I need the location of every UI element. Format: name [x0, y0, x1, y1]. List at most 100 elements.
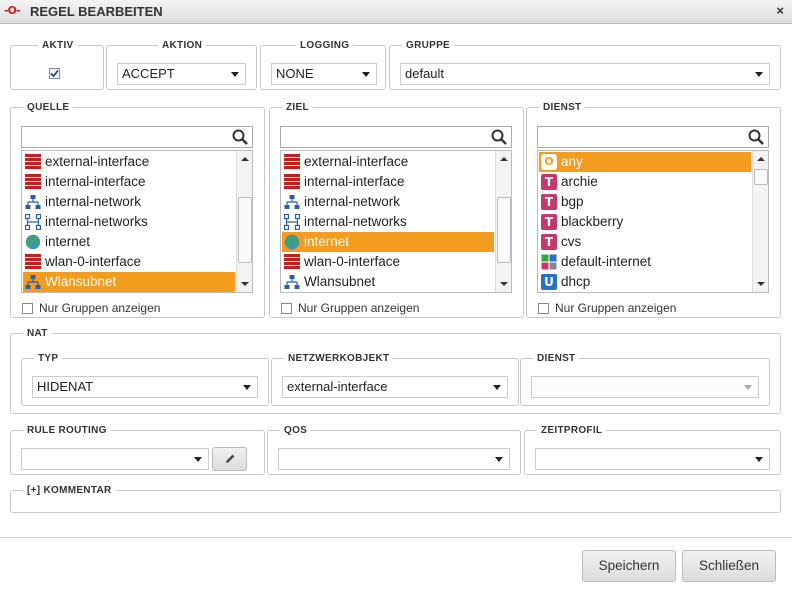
logging-value: NONE	[276, 66, 314, 81]
globe-icon	[284, 234, 300, 250]
any-service-icon: O	[541, 154, 557, 170]
list-item[interactable]: Udhcp	[539, 272, 751, 292]
list-item-label: internal-networks	[45, 214, 148, 229]
list-item[interactable]: Wlansubnet	[282, 272, 494, 292]
networks-icon	[283, 213, 301, 231]
ziel-groups-only-checkbox[interactable]	[281, 303, 292, 314]
aktion-select[interactable]: ACCEPT	[117, 63, 246, 85]
gruppe-value: default	[405, 66, 445, 81]
gruppe-select[interactable]: default	[400, 63, 770, 85]
zeitprofil-select[interactable]	[535, 448, 770, 470]
list-item-label: internal-interface	[304, 174, 405, 189]
nat-typ-value: HIDENAT	[37, 379, 94, 394]
logging-select[interactable]: NONE	[271, 63, 377, 85]
scroll-down-icon[interactable]	[500, 282, 508, 286]
search-icon[interactable]	[232, 129, 248, 145]
save-button[interactable]: Speichern	[582, 550, 676, 582]
edit-routing-button[interactable]	[212, 447, 247, 471]
quelle-groups-only-checkbox[interactable]	[22, 303, 33, 314]
list-item[interactable]: internal-interface	[23, 172, 235, 192]
nat-dienst-select[interactable]	[531, 376, 759, 398]
list-item[interactable]: Tcvs	[539, 232, 751, 252]
list-item[interactable]: Wlansubnet	[23, 272, 235, 292]
chevron-down-icon	[495, 457, 503, 462]
aktiv-group: AKTIV	[10, 40, 104, 90]
tcp-icon: T	[541, 214, 557, 230]
nat-typ-legend: TYP	[38, 353, 59, 364]
scroll-thumb[interactable]	[754, 169, 768, 185]
list-item[interactable]: internet	[23, 232, 235, 252]
list-item[interactable]: internal-network	[282, 192, 494, 212]
kommentar-group[interactable]: [+] KOMMENTAR	[10, 485, 781, 513]
ziel-group: ZIEL Wlansubnet wlan-0-interface internet i…	[269, 102, 524, 318]
scroll-down-icon[interactable]	[241, 282, 249, 286]
scroll-down-icon[interactable]	[757, 282, 765, 286]
networks-icon	[24, 213, 42, 231]
dienst-group: DIENST Udhcp default-internet Tcvs Tblackbe…	[526, 102, 781, 318]
scroll-thumb[interactable]	[238, 197, 252, 263]
search-icon[interactable]	[491, 129, 507, 145]
nat-netzwerkobjekt-select[interactable]: external-interface	[282, 376, 508, 398]
list-item-label: internal-network	[304, 194, 401, 209]
dienst-list[interactable]: Udhcp default-internet Tcvs Tblackberry Tbgp…	[537, 150, 769, 293]
qos-select[interactable]	[278, 448, 510, 470]
scrollbar[interactable]	[752, 151, 768, 292]
list-item[interactable]: internal-networks	[23, 212, 235, 232]
checkmark-icon	[50, 69, 59, 78]
quelle-search-input[interactable]	[21, 126, 253, 148]
list-item-label: wlan-0-interface	[45, 254, 142, 269]
scroll-up-icon[interactable]	[241, 157, 249, 161]
quelle-list[interactable]: Wlansubnet wlan-0-interface internet intern…	[21, 150, 253, 293]
list-item[interactable]: wlan-0-interface	[282, 252, 494, 272]
scroll-thumb[interactable]	[497, 197, 511, 263]
chevron-down-icon	[755, 72, 763, 77]
list-item[interactable]: external-interface	[23, 152, 235, 172]
list-item[interactable]: default-internet	[539, 252, 751, 272]
search-icon[interactable]	[748, 129, 764, 145]
list-item[interactable]: Tarchie	[539, 172, 751, 192]
aktiv-checkbox[interactable]	[49, 68, 60, 79]
list-item[interactable]: wlan-0-interface	[23, 252, 235, 272]
aktion-legend: AKTION	[162, 40, 203, 51]
close-icon[interactable]: ×	[776, 3, 784, 18]
scrollbar[interactable]	[495, 151, 511, 292]
list-item[interactable]: internal-interface	[282, 172, 494, 192]
list-item-label: internal-interface	[45, 174, 146, 189]
aktiv-legend: AKTIV	[42, 40, 74, 51]
firewall-icon	[25, 254, 41, 270]
list-item[interactable]: external-interface	[282, 152, 494, 172]
scrollbar[interactable]	[236, 151, 252, 292]
nat-dienst-group: DIENST	[520, 353, 770, 406]
firewall-icon	[284, 174, 300, 190]
nat-legend: NAT	[27, 328, 48, 339]
list-item[interactable]: Tblackberry	[539, 212, 751, 232]
list-item[interactable]: internal-networks	[282, 212, 494, 232]
rule-routing-select[interactable]	[21, 448, 209, 470]
list-item-label: archie	[561, 174, 598, 189]
qos-group: QOS	[267, 425, 521, 475]
close-button[interactable]: Schließen	[682, 550, 776, 582]
dienst-groups-only-checkbox[interactable]	[538, 303, 549, 314]
firewall-icon	[284, 154, 300, 170]
chevron-down-icon	[231, 72, 239, 77]
chevron-down-icon	[362, 72, 370, 77]
list-item[interactable]: internal-network	[23, 192, 235, 212]
tcp-icon: T	[541, 194, 557, 210]
list-item-label: wlan-0-interface	[304, 254, 401, 269]
scroll-up-icon[interactable]	[500, 157, 508, 161]
list-item[interactable]: Oany	[539, 152, 751, 172]
kommentar-toggle[interactable]: [+] KOMMENTAR	[23, 485, 116, 496]
nat-typ-select[interactable]: HIDENAT	[32, 376, 258, 398]
list-item-label: external-interface	[304, 154, 409, 169]
nat-netzwerkobjekt-group: NETZWERKOBJEKT external-interface	[271, 353, 519, 406]
dialog-titlebar: -O- REGEL BEARBEITEN ×	[0, 0, 792, 24]
list-item-label: Wlansubnet	[45, 274, 117, 289]
dienst-groups-only-label: Nur Gruppen anzeigen	[555, 301, 677, 315]
ziel-list[interactable]: Wlansubnet wlan-0-interface internet intern…	[280, 150, 512, 293]
ziel-search-input[interactable]	[280, 126, 512, 148]
scroll-up-icon[interactable]	[757, 157, 765, 161]
list-item[interactable]: internet	[282, 232, 494, 252]
dienst-search-input[interactable]	[537, 126, 769, 148]
chevron-down-icon	[755, 457, 763, 462]
list-item[interactable]: Tbgp	[539, 192, 751, 212]
